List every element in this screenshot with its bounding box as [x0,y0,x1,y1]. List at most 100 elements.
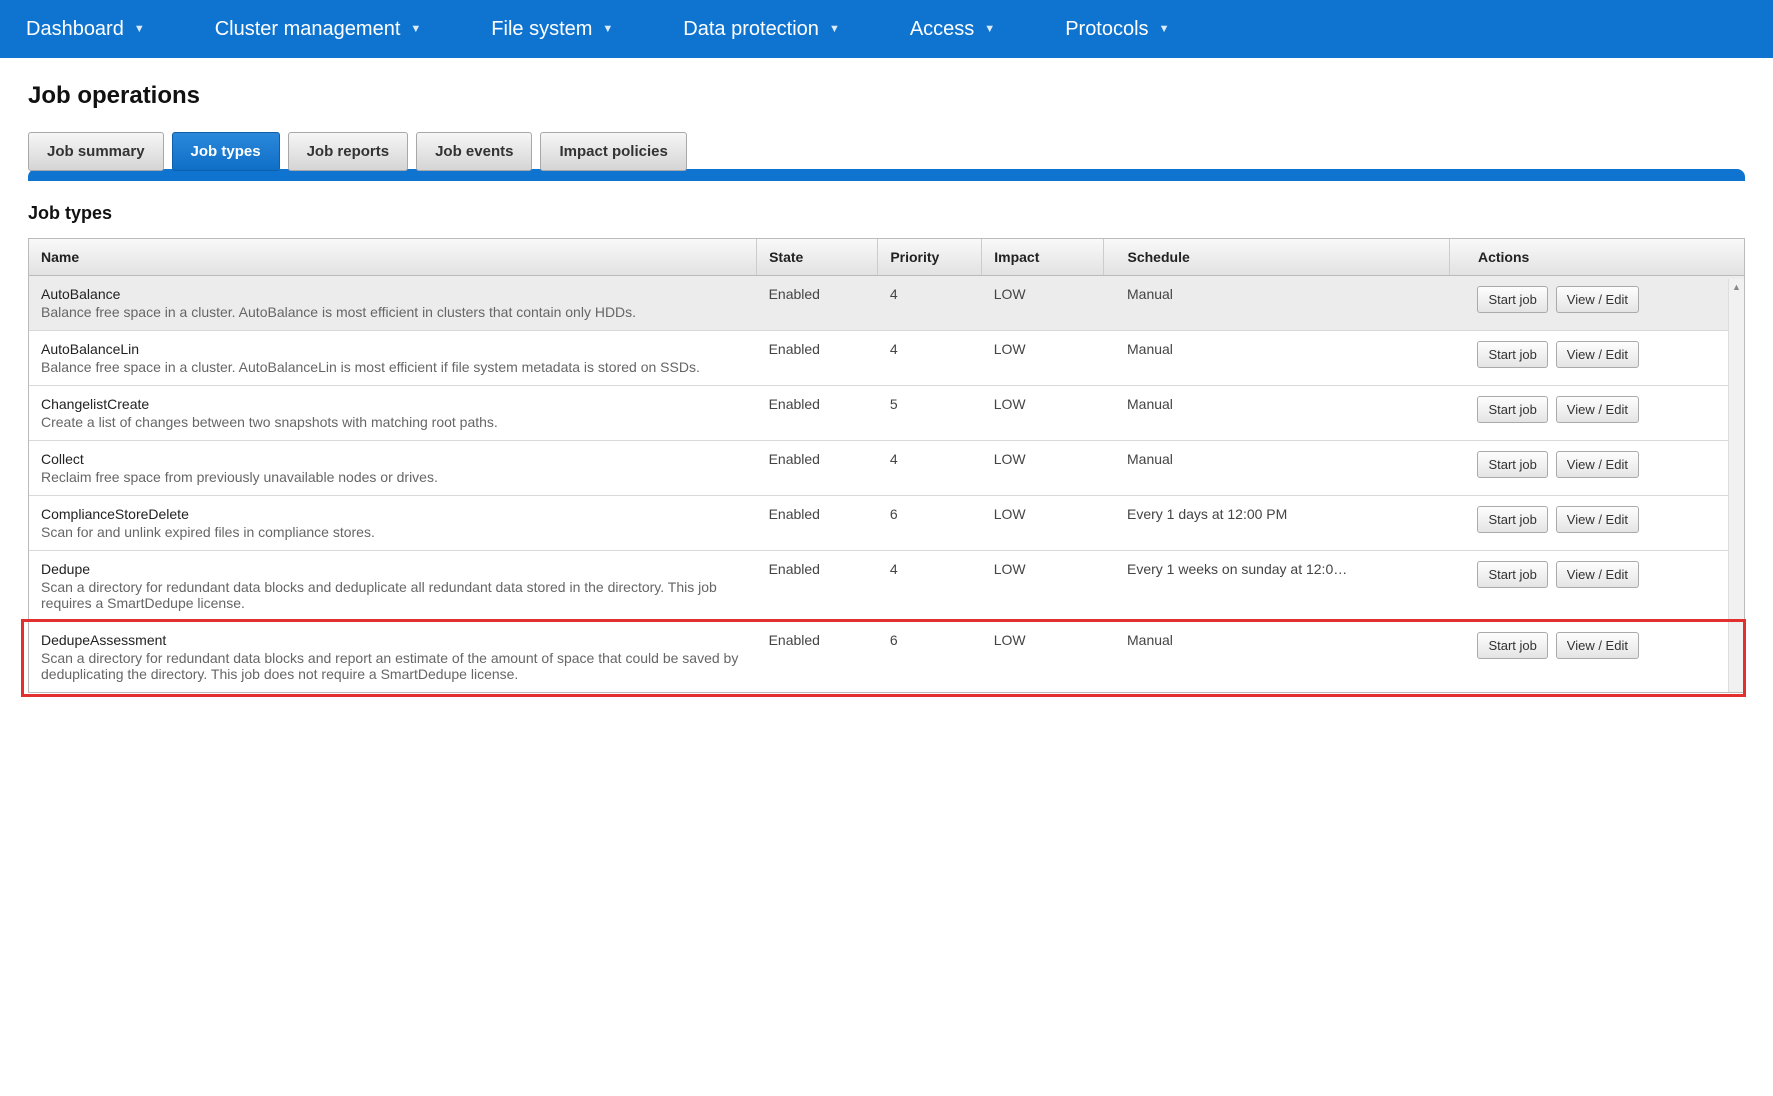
job-priority: 4 [878,276,982,331]
view-edit-button[interactable]: View / Edit [1556,632,1639,659]
view-edit-button[interactable]: View / Edit [1556,451,1639,478]
job-description: Scan for and unlink expired files in com… [41,524,745,540]
job-priority: 4 [878,441,982,496]
nav-label: Cluster management [215,18,401,41]
job-impact: LOW [982,331,1103,386]
job-name: AutoBalance [41,286,745,302]
chevron-down-icon: ▼ [410,23,421,35]
job-schedule: Manual [1103,276,1449,331]
view-edit-button[interactable]: View / Edit [1556,286,1639,313]
job-impact: LOW [982,441,1103,496]
view-edit-button[interactable]: View / Edit [1556,506,1639,533]
job-name: AutoBalanceLin [41,341,745,357]
job-schedule: Every 1 weeks on sunday at 12:0… [1103,551,1449,622]
start-job-button[interactable]: Start job [1477,451,1547,478]
job-priority: 4 [878,551,982,622]
tab-job-types[interactable]: Job types [172,132,280,171]
start-job-button[interactable]: Start job [1477,396,1547,423]
tab-job-summary[interactable]: Job summary [28,132,164,171]
job-priority: 6 [878,496,982,551]
job-state: Enabled [757,441,878,496]
job-description: Reclaim free space from previously unava… [41,469,745,485]
col-header-priority[interactable]: Priority [878,239,982,276]
job-schedule: Manual [1103,622,1449,693]
job-state: Enabled [757,386,878,441]
job-impact: LOW [982,496,1103,551]
top-navbar: Dashboard ▼ Cluster management ▼ File sy… [0,0,1773,58]
col-header-state[interactable]: State [757,239,878,276]
job-types-table: Name State Priority Impact Schedule Acti… [29,239,1744,692]
chevron-down-icon: ▼ [984,23,995,35]
start-job-button[interactable]: Start job [1477,561,1547,588]
table-row: Dedupe Scan a directory for redundant da… [29,551,1744,622]
tab-impact-policies[interactable]: Impact policies [540,132,686,171]
job-schedule: Every 1 days at 12:00 PM [1103,496,1449,551]
job-state: Enabled [757,551,878,622]
job-impact: LOW [982,276,1103,331]
col-header-schedule[interactable]: Schedule [1103,239,1449,276]
nav-cluster-management[interactable]: Cluster management ▼ [215,18,422,41]
nav-dashboard[interactable]: Dashboard ▼ [26,18,145,41]
job-state: Enabled [757,496,878,551]
start-job-button[interactable]: Start job [1477,286,1547,313]
job-priority: 5 [878,386,982,441]
job-state: Enabled [757,276,878,331]
tabs-row: Job summary Job types Job reports Job ev… [28,132,1745,171]
table-row: ChangelistCreate Create a list of change… [29,386,1744,441]
job-description: Balance free space in a cluster. AutoBal… [41,304,745,320]
tab-underline [28,169,1745,181]
col-header-impact[interactable]: Impact [982,239,1103,276]
scrollbar[interactable]: ▲ [1728,279,1744,692]
job-name: DedupeAssessment [41,632,745,648]
job-name: Dedupe [41,561,745,577]
col-header-actions: Actions [1449,239,1744,276]
start-job-button[interactable]: Start job [1477,632,1547,659]
nav-label: Dashboard [26,18,124,41]
job-name: ChangelistCreate [41,396,745,412]
tab-job-events[interactable]: Job events [416,132,532,171]
job-impact: LOW [982,622,1103,693]
col-header-name[interactable]: Name [29,239,757,276]
nav-label: Data protection [683,18,819,41]
nav-data-protection[interactable]: Data protection ▼ [683,18,840,41]
job-impact: LOW [982,551,1103,622]
table-row: DedupeAssessment Scan a directory for re… [29,622,1744,693]
start-job-button[interactable]: Start job [1477,506,1547,533]
chevron-down-icon: ▼ [1159,23,1170,35]
job-name: Collect [41,451,745,467]
table-row: AutoBalance Balance free space in a clus… [29,276,1744,331]
nav-label: File system [491,18,592,41]
job-impact: LOW [982,386,1103,441]
nav-label: Access [910,18,974,41]
start-job-button[interactable]: Start job [1477,341,1547,368]
table-row: AutoBalanceLin Balance free space in a c… [29,331,1744,386]
chevron-down-icon: ▼ [602,23,613,35]
page-title: Job operations [28,82,1745,110]
view-edit-button[interactable]: View / Edit [1556,561,1639,588]
scroll-up-icon[interactable]: ▲ [1731,281,1742,293]
job-priority: 6 [878,622,982,693]
job-schedule: Manual [1103,331,1449,386]
job-description: Scan a directory for redundant data bloc… [41,650,745,682]
nav-protocols[interactable]: Protocols ▼ [1065,18,1169,41]
view-edit-button[interactable]: View / Edit [1556,396,1639,423]
job-name: ComplianceStoreDelete [41,506,745,522]
job-types-table-wrap: Name State Priority Impact Schedule Acti… [28,238,1745,693]
job-priority: 4 [878,331,982,386]
job-description: Scan a directory for redundant data bloc… [41,579,745,611]
job-schedule: Manual [1103,441,1449,496]
job-description: Create a list of changes between two sna… [41,414,745,430]
chevron-down-icon: ▼ [134,23,145,35]
nav-file-system[interactable]: File system ▼ [491,18,613,41]
nav-access[interactable]: Access ▼ [910,18,995,41]
job-state: Enabled [757,622,878,693]
table-row: Collect Reclaim free space from previous… [29,441,1744,496]
section-title: Job types [28,203,1745,224]
tab-job-reports[interactable]: Job reports [288,132,409,171]
nav-label: Protocols [1065,18,1148,41]
view-edit-button[interactable]: View / Edit [1556,341,1639,368]
job-state: Enabled [757,331,878,386]
job-schedule: Manual [1103,386,1449,441]
table-row: ComplianceStoreDelete Scan for and unlin… [29,496,1744,551]
chevron-down-icon: ▼ [829,23,840,35]
